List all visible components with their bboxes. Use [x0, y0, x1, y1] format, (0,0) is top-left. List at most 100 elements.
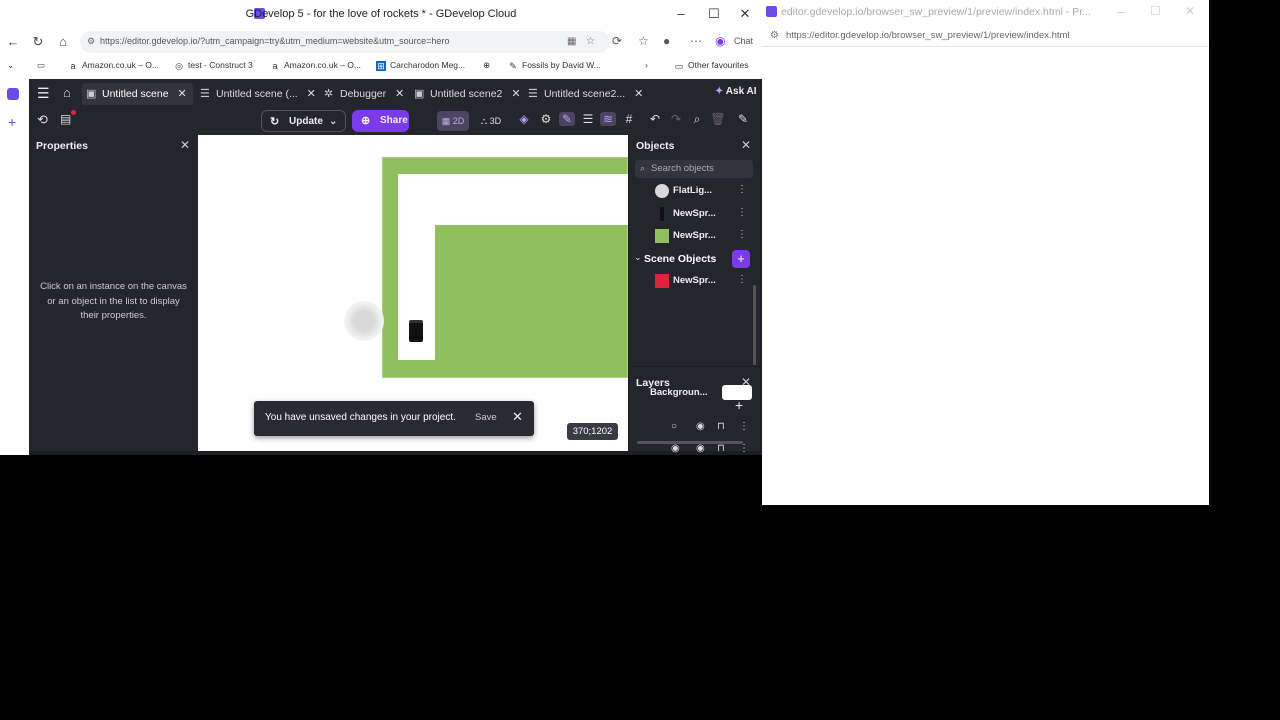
- bookmark-item[interactable]: ✎ Fossils by David W...: [508, 60, 601, 71]
- mode-2d-toggle[interactable]: ▦ 2D: [437, 111, 469, 131]
- globe-icon[interactable]: ⊕: [483, 60, 490, 71]
- title-bar: GDevelop 5 - for the love of rockets * -…: [0, 0, 762, 28]
- tab-untitled-scene[interactable]: ▣ Untitled scene ✕: [82, 83, 193, 105]
- address-bar[interactable]: ⚙ https://editor.gdevelop.io/?utm_campai…: [80, 31, 610, 53]
- properties-close-icon[interactable]: ✕: [180, 138, 190, 152]
- favorite-star-icon[interactable]: ☆: [586, 36, 595, 47]
- layers-icon[interactable]: ≋: [600, 112, 616, 126]
- site-info-icon[interactable]: ⚙: [87, 36, 95, 47]
- zoom-icon[interactable]: ⌕: [689, 112, 705, 127]
- light-object-thumb: [655, 184, 669, 198]
- layer-menu-icon[interactable]: ⋮: [739, 443, 749, 454]
- redo-icon[interactable]: ↷: [668, 112, 684, 126]
- lock-icon[interactable]: ⊓: [717, 421, 725, 432]
- share-button[interactable]: ⊕ Share: [352, 110, 409, 132]
- editor-tab-bar: ☰ ⌂ ▣ Untitled scene ✕ ☰ Untitled scene …: [29, 79, 760, 107]
- object-list-item[interactable]: NewSpr... ⋮: [629, 226, 754, 246]
- add-object-button[interactable]: +: [732, 250, 750, 268]
- object-menu-icon[interactable]: ⋮: [737, 184, 747, 195]
- layer-radio-icon[interactable]: ○: [671, 421, 677, 432]
- extensions-icon[interactable]: ⟳: [612, 34, 622, 48]
- grid-toggle-icon[interactable]: #: [621, 112, 637, 126]
- preview-divider: [762, 46, 1209, 47]
- reading-list-icon[interactable]: ▭: [37, 60, 45, 71]
- update-button[interactable]: ↻ Update ⌄: [261, 110, 346, 132]
- chevron-down-icon[interactable]: ⌄: [329, 111, 337, 133]
- objects-panel-icon[interactable]: ◈: [516, 112, 532, 126]
- profile-avatar-icon[interactable]: ●: [663, 34, 670, 48]
- tab-close-icon[interactable]: ✕: [307, 88, 316, 100]
- bookmark-item[interactable]: ◎ test - Construct 3: [174, 60, 253, 71]
- add-icon[interactable]: +: [8, 114, 16, 130]
- collapse-icon[interactable]: ⌄: [7, 60, 14, 71]
- snackbar-save-button[interactable]: Save: [475, 412, 497, 423]
- maximize-icon[interactable]: ☐: [705, 6, 723, 22]
- other-favourites[interactable]: ▭ Other favourites: [674, 60, 749, 71]
- lock-icon[interactable]: ⊓: [717, 443, 725, 454]
- tab-close-icon[interactable]: ✕: [511, 88, 520, 100]
- object-list-item[interactable]: FlatLig... ⋮: [629, 181, 754, 201]
- ask-ai-button[interactable]: ✦ Ask AI: [715, 86, 757, 97]
- copilot-icon[interactable]: ◉: [715, 34, 725, 48]
- more-menu-icon[interactable]: ⋯: [690, 34, 702, 48]
- tab-close-icon[interactable]: ✕: [177, 88, 186, 100]
- maximize-icon[interactable]: ☐: [1150, 4, 1161, 18]
- chevron-right-icon[interactable]: ›: [645, 60, 648, 70]
- address-url: https://editor.gdevelop.io/?utm_campaign…: [100, 36, 450, 46]
- tab-close-icon[interactable]: ✕: [634, 88, 643, 100]
- open-editor-icon[interactable]: ✎: [735, 112, 751, 126]
- search-objects-input[interactable]: ⌕ Search objects: [635, 160, 753, 178]
- scene-objects-header[interactable]: ⌄ Scene Objects +: [629, 249, 754, 269]
- object-menu-icon[interactable]: ⋮: [737, 229, 747, 240]
- object-groups-icon[interactable]: ⚙: [538, 112, 554, 126]
- object-menu-icon[interactable]: ⋮: [737, 274, 747, 285]
- bookmark-item[interactable]: a Amazon.co.uk – O...: [270, 60, 361, 71]
- hamburger-menu-icon[interactable]: ☰: [37, 85, 50, 102]
- edit-icon[interactable]: ✎: [559, 112, 575, 126]
- instances-list-icon[interactable]: ☰: [580, 112, 596, 126]
- bookmark-item[interactable]: a Amazon.co.uk – O...: [68, 60, 159, 71]
- phone-sprite-instance[interactable]: [409, 320, 423, 342]
- layers-scrollbar[interactable]: [637, 441, 743, 444]
- delete-icon[interactable]: 🗑: [710, 112, 726, 126]
- background-color-swatch[interactable]: [722, 385, 752, 400]
- app-install-icon[interactable]: ▦: [567, 36, 576, 47]
- chat-button[interactable]: Chat: [734, 36, 753, 46]
- object-list-item[interactable]: NewSpr... ⋮: [629, 271, 754, 291]
- minimize-icon[interactable]: –: [1117, 4, 1124, 19]
- close-icon[interactable]: ✕: [1185, 4, 1195, 18]
- scene-icon: ▣: [414, 88, 425, 100]
- reload-icon[interactable]: ↻: [30, 34, 46, 50]
- objects-close-icon[interactable]: ✕: [741, 138, 751, 152]
- favorites-icon[interactable]: ☆: [638, 34, 649, 48]
- object-list-item[interactable]: NewSpr... ⋮: [629, 204, 754, 224]
- chevron-down-icon[interactable]: ⌄: [634, 252, 642, 263]
- minimize-icon[interactable]: –: [672, 6, 690, 22]
- app-side-strip: +: [0, 79, 29, 455]
- save-icon[interactable]: ▤: [60, 112, 71, 126]
- objects-scrollbar[interactable]: [753, 285, 756, 365]
- tab-untitled-scene2-events[interactable]: ☰ Untitled scene2... ✕: [524, 83, 643, 105]
- tab-untitled-scene2[interactable]: ▣ Untitled scene2 ✕: [410, 83, 521, 105]
- undo-icon[interactable]: ↶: [647, 112, 663, 126]
- flat-light-instance[interactable]: [344, 301, 384, 341]
- bookmark-item[interactable]: ⊞ Carcharodon Meg...: [376, 60, 465, 71]
- object-menu-icon[interactable]: ⋮: [737, 207, 747, 218]
- tab-untitled-scene-events[interactable]: ☰ Untitled scene (... ✕: [196, 83, 316, 105]
- preview-settings-icon[interactable]: ⟲: [37, 112, 48, 128]
- home-icon[interactable]: ⌂: [55, 34, 71, 50]
- back-icon[interactable]: ←: [5, 34, 21, 50]
- close-icon[interactable]: ✕: [736, 6, 754, 22]
- tab-close-icon[interactable]: ✕: [395, 88, 404, 100]
- mode-3d-toggle[interactable]: ⛬ 3D: [477, 111, 505, 131]
- home-icon[interactable]: ⌂: [63, 85, 71, 100]
- visibility-icon[interactable]: ◉: [696, 421, 705, 432]
- layer-menu-icon[interactable]: ⋮: [739, 421, 749, 432]
- layer-radio-selected-icon[interactable]: ◉: [671, 443, 680, 454]
- visibility-icon[interactable]: ◉: [696, 443, 705, 454]
- tab-debugger[interactable]: ✲ Debugger ✕: [320, 83, 404, 105]
- site-info-icon[interactable]: ⚙: [770, 30, 779, 41]
- events-icon: ☰: [528, 88, 538, 100]
- green-object-thumb: [655, 229, 669, 243]
- snackbar-close-icon[interactable]: ✕: [512, 409, 523, 425]
